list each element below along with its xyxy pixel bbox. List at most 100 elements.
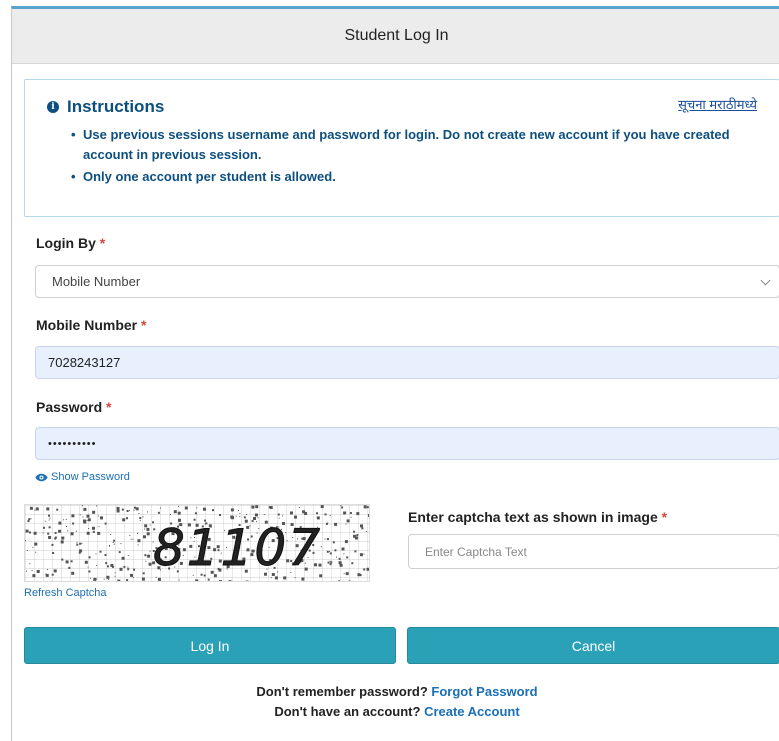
captcha-noise-dot [332, 541, 335, 544]
captcha-noise-dot [126, 510, 129, 512]
captcha-noise-dot [127, 568, 130, 571]
captcha-noise-dot [30, 518, 32, 520]
captcha-noise-dot [365, 530, 367, 532]
captcha-noise-dot [343, 553, 345, 555]
captcha-noise-dot [29, 531, 31, 534]
captcha-noise-dot [101, 516, 103, 518]
captcha-noise-dot [58, 521, 62, 525]
captcha-noise-dot [47, 532, 50, 535]
captcha-noise-dot [100, 516, 103, 520]
captcha-noise-dot [219, 514, 221, 516]
captcha-noise-dot [116, 506, 120, 510]
captcha-noise-dot [75, 530, 77, 532]
captcha-noise-dot [144, 524, 148, 528]
captcha-noise-dot [361, 527, 364, 530]
captcha-noise-dot [360, 524, 363, 528]
captcha-noise-dot [88, 556, 91, 559]
captcha-noise-dot [147, 511, 148, 513]
captcha-noise-dot [34, 509, 36, 511]
login-by-selected-value: Mobile Number [52, 274, 141, 289]
captcha-noise-dot [329, 552, 332, 555]
captcha-noise-dot [37, 582, 38, 583]
marathi-instructions-link[interactable]: सूचना मराठीमध्ये [678, 95, 757, 113]
refresh-captcha-link[interactable]: Refresh Captcha [24, 587, 107, 599]
captcha-noise-dot [324, 538, 326, 540]
captcha-noise-dot [141, 577, 145, 581]
captcha-noise-dot [67, 530, 69, 532]
create-account-link[interactable]: Create Account [424, 704, 520, 719]
captcha-noise-dot [96, 505, 98, 507]
captcha-input[interactable] [408, 534, 779, 569]
captcha-noise-dot [144, 554, 147, 557]
captcha-noise-dot [112, 542, 114, 543]
card-header: Student Log In [12, 9, 779, 64]
captcha-noise-dot [359, 553, 363, 557]
cancel-button[interactable]: Cancel [407, 627, 779, 664]
captcha-noise-dot [196, 507, 198, 509]
captcha-noise-dot [280, 581, 283, 582]
captcha-noise-dot [149, 550, 151, 552]
captcha-noise-dot [190, 581, 193, 582]
captcha-noise-dot [339, 563, 343, 567]
captcha-noise-dot [338, 557, 341, 560]
captcha-noise-dot [336, 556, 337, 558]
captcha-noise-dot [58, 529, 62, 533]
captcha-noise-dot [348, 579, 350, 581]
captcha-noise-dot [126, 517, 128, 520]
instructions-heading: i Instructions [47, 97, 164, 117]
captcha-noise-dot [27, 520, 30, 523]
captcha-noise-dot [137, 539, 141, 543]
captcha-noise-dot [268, 506, 271, 509]
login-by-select[interactable]: Mobile Number [35, 265, 779, 298]
captcha-noise-dot [350, 516, 352, 518]
captcha-noise-dot [107, 565, 109, 568]
captcha-noise-dot [132, 577, 134, 578]
required-mark: * [141, 317, 147, 333]
captcha-noise-dot [327, 522, 329, 524]
captcha-noise-dot [88, 570, 91, 573]
captcha-noise-dot [25, 529, 29, 533]
captcha-noise-dot [353, 530, 356, 533]
captcha-noise-dot [46, 569, 48, 570]
captcha-noise-dot [338, 580, 341, 581]
captcha-noise-dot [43, 526, 45, 529]
captcha-noise-dot [135, 507, 139, 511]
login-button[interactable]: Log In [24, 627, 396, 664]
captcha-noise-dot [346, 519, 350, 523]
captcha-noise-dot [326, 550, 329, 553]
captcha-noise-dot [66, 526, 67, 527]
captcha-noise-dot [245, 581, 246, 582]
show-password-toggle[interactable]: Show Password [35, 471, 130, 483]
captcha-noise-dot [32, 574, 36, 578]
captcha-noise-dot [330, 561, 333, 564]
captcha-noise-dot [126, 579, 129, 581]
create-account-prompt: Don't have an account? [274, 704, 421, 719]
captcha-noise-dot [86, 519, 88, 521]
captcha-noise-dot [343, 511, 347, 515]
captcha-noise-dot [195, 579, 199, 581]
captcha-noise-dot [326, 538, 329, 541]
forgot-password-link[interactable]: Forgot Password [431, 684, 537, 699]
captcha-noise-dot [32, 546, 34, 548]
captcha-noise-dot [155, 576, 157, 578]
captcha-noise-dot [68, 566, 71, 569]
captcha-noise-dot [146, 532, 150, 536]
captcha-noise-dot [246, 514, 248, 515]
captcha-noise-dot [251, 505, 255, 509]
captcha-noise-dot [341, 547, 345, 551]
captcha-noise-dot [29, 563, 31, 565]
captcha-noise-dot [35, 507, 39, 511]
captcha-noise-dot [345, 572, 349, 576]
captcha-noise-dot [137, 532, 138, 534]
captcha-noise-dot [31, 570, 33, 572]
captcha-noise-dot [65, 560, 69, 564]
captcha-noise-dot [282, 515, 284, 517]
mobile-number-input[interactable]: 7028243127 [35, 346, 779, 379]
captcha-noise-dot [142, 516, 144, 518]
captcha-noise-dot [88, 528, 90, 529]
password-masked-value: •••••••••• [48, 437, 97, 450]
captcha-noise-dot [49, 517, 51, 519]
captcha-noise-dot [79, 549, 83, 553]
captcha-noise-dot [28, 518, 31, 521]
password-input[interactable]: •••••••••• [35, 427, 779, 460]
